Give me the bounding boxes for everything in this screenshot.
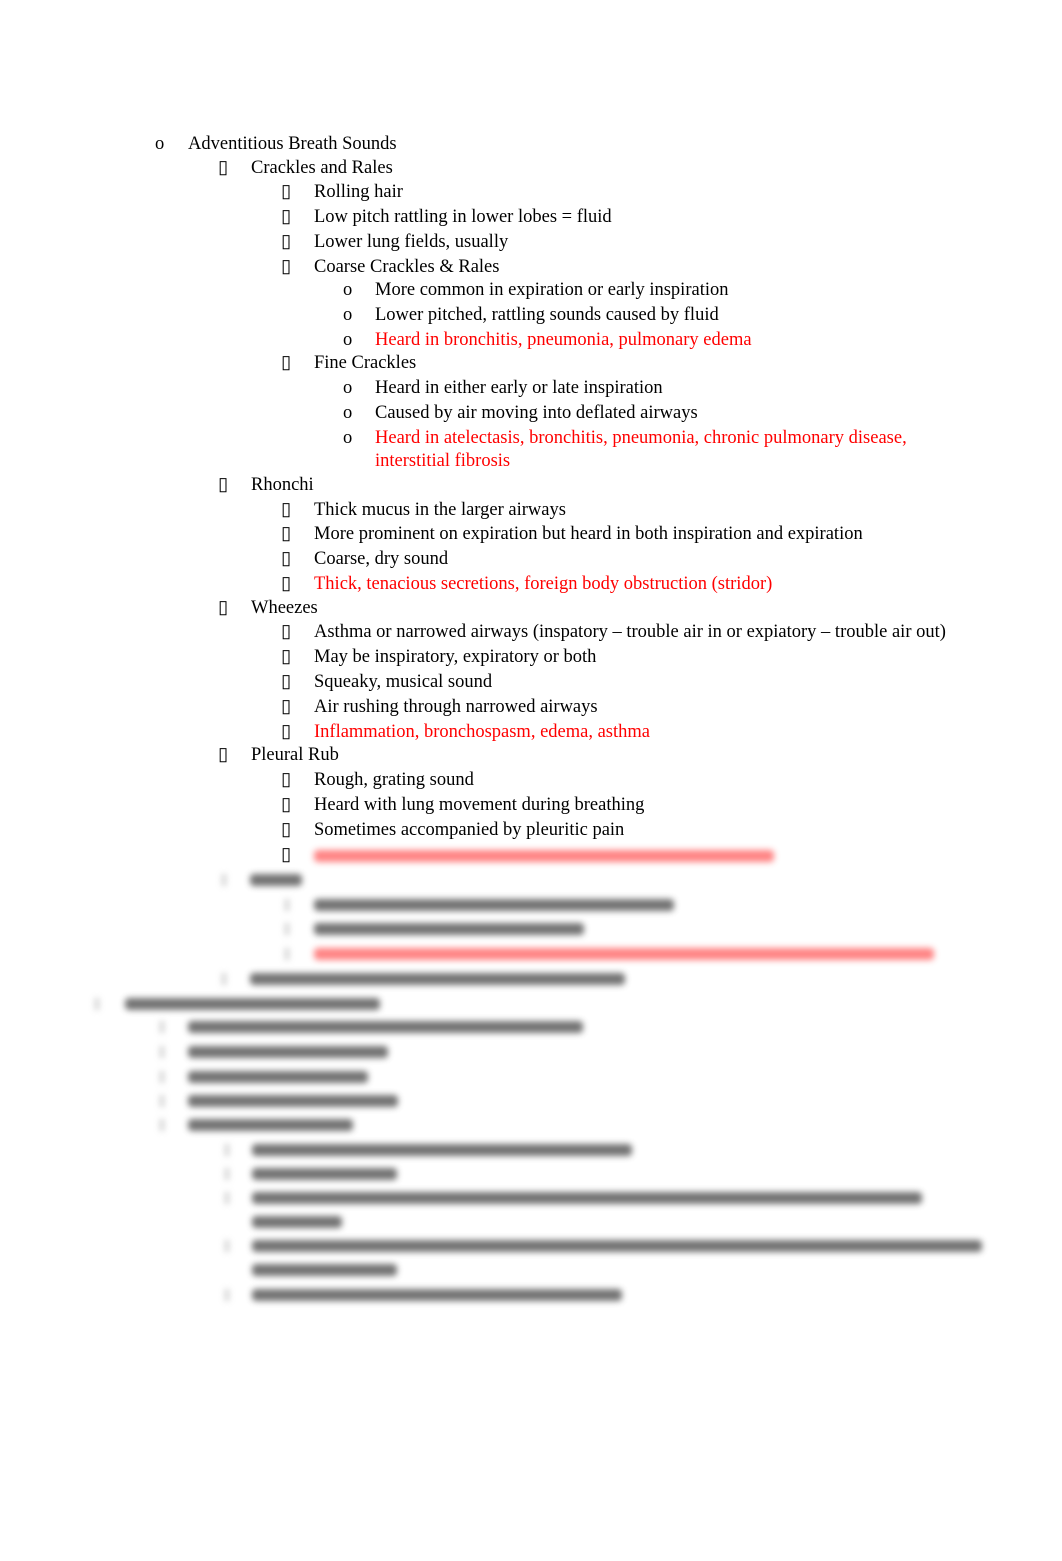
bullet-square: ▯	[281, 795, 292, 815]
list-item: Low pitch rattling in lower lobes = flui…	[314, 207, 612, 227]
list-item: Coarse, dry sound	[314, 549, 449, 569]
list-item-highlight: Inflammation, bronchospasm, edema, asthm…	[314, 722, 650, 742]
blurred-bullet	[160, 1046, 164, 1058]
bullet-square: ▯	[218, 158, 229, 178]
blurred-bullet	[285, 899, 289, 911]
bullet-square: ▯	[218, 475, 229, 495]
blurred-bullet	[285, 923, 289, 935]
blurred-bullet	[225, 1168, 229, 1180]
list-item: Squeaky, musical sound	[314, 672, 493, 692]
blurred-line	[125, 998, 380, 1010]
blurred-bullet	[160, 1119, 164, 1131]
blurred-bullet	[222, 874, 226, 886]
bullet-o: o	[343, 403, 353, 423]
blurred-bullet	[285, 948, 289, 960]
bullet-square: ▯	[281, 574, 292, 594]
bullet-o: o	[155, 134, 165, 154]
bullet-square: ▯	[281, 647, 292, 667]
bullet-square: ▯	[281, 697, 292, 717]
blurred-bullet	[225, 1240, 229, 1252]
blurred-bullet	[160, 1021, 164, 1033]
blurred-line	[188, 1119, 353, 1131]
list-item: Thick mucus in the larger airways	[314, 500, 566, 520]
bullet-o: o	[343, 428, 353, 448]
section-heading: Adventitious Breath Sounds	[188, 134, 397, 154]
blurred-bullet	[95, 998, 99, 1010]
bullet-square: ▯	[281, 232, 292, 252]
list-item: Rough, grating sound	[314, 770, 474, 790]
list-item: Sometimes accompanied by pleuritic pain	[314, 820, 625, 840]
list-item: May be inspiratory, expiratory or both	[314, 647, 597, 667]
bullet-square: ▯	[281, 845, 292, 865]
blurred-bullet	[225, 1144, 229, 1156]
list-item: More prominent on expiration but heard i…	[314, 524, 863, 544]
bullet-o: o	[343, 305, 353, 325]
bullet-square: ▯	[281, 500, 292, 520]
blurred-line	[250, 874, 302, 886]
blurred-bullet	[225, 1289, 229, 1301]
list-item: Asthma or narrowed airways (inspatory – …	[314, 622, 946, 642]
list-item: Coarse Crackles & Rales	[314, 257, 500, 277]
blurred-line	[252, 1216, 342, 1228]
bullet-o: o	[343, 378, 353, 398]
blurred-line	[314, 899, 674, 911]
bullet-square: ▯	[281, 549, 292, 569]
list-item: Lower lung fields, usually	[314, 232, 509, 252]
bullet-square: ▯	[281, 353, 292, 373]
list-item-highlight: Thick, tenacious secretions, foreign bod…	[314, 574, 773, 594]
list-item: Lower pitched, rattling sounds caused by…	[375, 305, 719, 325]
list-item: Crackles and Rales	[251, 158, 393, 178]
blurred-line	[252, 1264, 397, 1276]
blurred-line	[314, 850, 774, 862]
blurred-bullet	[222, 973, 226, 985]
list-item-highlight: Heard in bronchitis, pneumonia, pulmonar…	[375, 330, 752, 350]
bullet-square: ▯	[281, 257, 292, 277]
blurred-line	[188, 1071, 368, 1083]
bullet-square: ▯	[281, 524, 292, 544]
bullet-square: ▯	[281, 722, 292, 742]
blurred-bullet	[225, 1192, 229, 1204]
list-item: Air rushing through narrowed airways	[314, 697, 598, 717]
blurred-line	[252, 1240, 982, 1252]
list-item: Wheezes	[251, 598, 318, 618]
bullet-square: ▯	[281, 820, 292, 840]
list-item: Pleural Rub	[251, 745, 339, 765]
blurred-bullet	[160, 1071, 164, 1083]
list-item-highlight: Heard in atelectasis, bronchitis, pneumo…	[375, 428, 907, 448]
bullet-square: ▯	[281, 182, 292, 202]
list-item: More common in expiration or early inspi…	[375, 280, 729, 300]
list-item: Rhonchi	[251, 475, 314, 495]
list-item: Rolling hair	[314, 182, 403, 202]
blurred-line	[314, 923, 584, 935]
list-item: Caused by air moving into deflated airwa…	[375, 403, 698, 423]
blurred-bullet	[160, 1095, 164, 1107]
blurred-line	[252, 1144, 632, 1156]
blurred-line	[250, 973, 625, 985]
bullet-square: ▯	[281, 207, 292, 227]
list-item-highlight-continued: interstitial fibrosis	[375, 451, 511, 471]
bullet-square: ▯	[281, 672, 292, 692]
bullet-square: ▯	[218, 598, 229, 618]
blurred-line	[252, 1168, 397, 1180]
bullet-square: ▯	[281, 622, 292, 642]
list-item: Fine Crackles	[314, 353, 417, 373]
blurred-line	[252, 1192, 922, 1204]
blurred-line	[188, 1021, 583, 1033]
bullet-square: ▯	[218, 745, 229, 765]
blurred-line	[188, 1095, 398, 1107]
bullet-o: o	[343, 330, 353, 350]
bullet-square: ▯	[281, 770, 292, 790]
blurred-line	[188, 1046, 388, 1058]
list-item: Heard in either early or late inspiratio…	[375, 378, 663, 398]
list-item: Heard with lung movement during breathin…	[314, 795, 645, 815]
blurred-line	[314, 948, 934, 960]
blurred-line	[252, 1289, 622, 1301]
bullet-o: o	[343, 280, 353, 300]
